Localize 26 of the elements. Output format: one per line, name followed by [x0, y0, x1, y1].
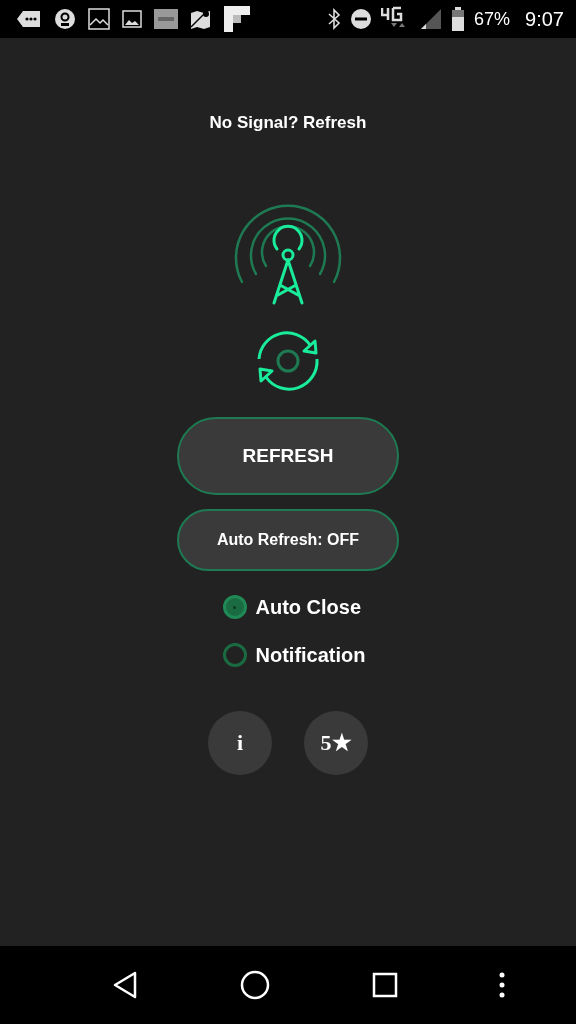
option-label: Auto Close: [255, 595, 362, 619]
battery-icon: [451, 7, 466, 31]
refresh-button[interactable]: REFRESH: [177, 417, 399, 495]
image-icon: [88, 8, 110, 30]
cell-tower-icon: [234, 203, 342, 305]
signal-icon: [420, 8, 443, 30]
app-title: No Signal? Refresh: [209, 113, 367, 133]
battery-percent: 67%: [474, 8, 511, 30]
more-icon[interactable]: [499, 972, 506, 998]
app-icon: [54, 8, 76, 30]
radio-button[interactable]: [222, 595, 247, 619]
clock: 9:07: [525, 7, 564, 31]
auto-refresh-button[interactable]: Auto Refresh: OFF: [177, 509, 399, 571]
recent-apps-icon[interactable]: [371, 972, 398, 998]
do-not-disturb-icon: [350, 8, 373, 30]
home-icon[interactable]: [240, 970, 271, 1000]
bluetooth-icon: [327, 8, 342, 30]
sync-icon: [256, 329, 320, 393]
message-icon: [16, 8, 42, 30]
map-icon: [190, 8, 212, 30]
flipboard-icon: [224, 6, 250, 32]
radio-button[interactable]: [222, 643, 247, 667]
image-icon: [122, 10, 142, 28]
option-label: Notification: [255, 643, 366, 667]
round-button[interactable]: i: [208, 711, 272, 775]
round-button[interactable]: 5★: [304, 711, 368, 775]
